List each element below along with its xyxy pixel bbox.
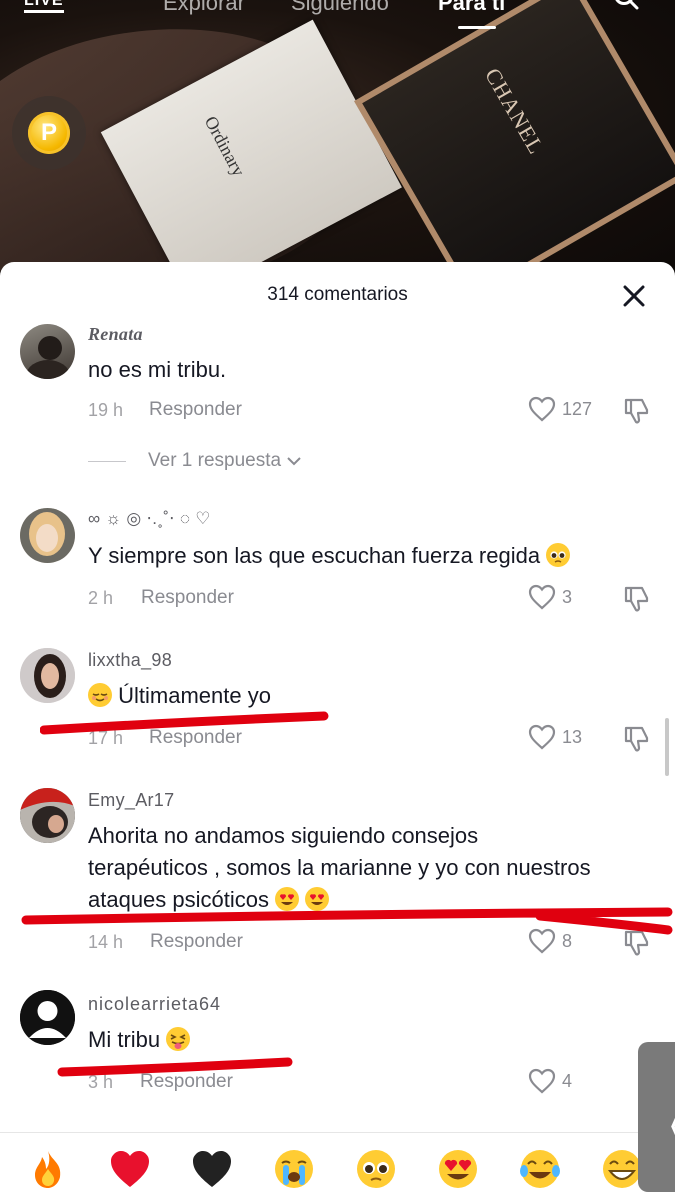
view-replies-divider [88,460,126,462]
product-box-right: CHANEL [354,0,675,300]
comment-username[interactable]: nicolearrieta64 [88,994,221,1015]
like-count: 3 [562,586,573,607]
comment-text-body: Últimamente yo [118,683,271,708]
comment-text: Últimamente yo [88,680,663,712]
like-count: 4 [562,1070,573,1091]
comment-text-body: Y siempre son las que escuchan fuerza re… [88,543,541,568]
reply-button[interactable]: Responder [149,399,242,421]
tears-of-joy-emoji-button[interactable] [518,1147,562,1191]
like-button[interactable]: 13 [528,724,582,750]
avatar[interactable] [20,324,75,379]
chevron-down-icon [287,457,301,466]
tab-para-ti[interactable]: Para ti [438,0,505,16]
coin-icon: P [28,112,70,154]
video-background[interactable]: Ordinary CHANEL [0,0,675,300]
red-underline-annotation [57,1057,293,1077]
scrollbar[interactable] [665,718,669,776]
tab-explorar[interactable]: Explorar [163,0,245,16]
comment-text: Mi tribu [88,1024,663,1056]
avatar[interactable] [20,990,75,1045]
dislike-icon[interactable] [622,724,652,754]
relieved-face-emoji [88,683,112,707]
heart-outline-icon [528,396,556,422]
view-replies-button[interactable]: Ver 1 respuesta [88,450,303,472]
red-underline-annotation [40,711,329,735]
fire-emoji-button[interactable] [26,1147,70,1191]
comment-text-line: Ahorita no andamos siguiendo consejos [88,823,479,848]
avatar[interactable] [20,508,75,563]
like-button[interactable]: 127 [528,396,592,422]
squinting-tongue-emoji [166,1027,191,1051]
comment-text: no es mi tribu. [88,357,227,382]
view-replies-label: Ver 1 respuesta [148,450,282,471]
active-tab-indicator [458,26,496,29]
reply-button[interactable]: Responder [141,587,234,609]
side-panel-handle[interactable]: 〈 [638,1042,675,1192]
like-count: 127 [562,398,593,419]
live-icon[interactable]: LIVE [24,0,64,13]
coin-reward-button[interactable]: P [12,96,86,170]
comment-username[interactable]: Renata [88,324,143,345]
close-icon[interactable] [616,278,652,314]
comment-username[interactable]: ∞ ☼ ◎ ⋅.˳˚⋅ ◌ ♡ [88,509,211,529]
pleading-face-emoji-button[interactable] [354,1147,398,1191]
like-count: 13 [562,726,583,747]
emoji-quick-bar [0,1132,675,1200]
comment-text-line: terapéuticos , somos la marianne y yo co… [88,855,591,880]
like-button[interactable]: 3 [528,584,572,610]
comment-text: Y siempre son las que escuchan fuerza re… [88,540,663,572]
comment-text-body: Mi tribu [88,1027,161,1052]
avatar[interactable] [20,788,75,843]
tab-siguiendo[interactable]: Siguiendo [291,0,389,16]
heart-outline-icon [528,1068,556,1094]
red-heart-emoji-button[interactable] [108,1147,152,1191]
heart-outline-icon [528,584,556,610]
comment-time: 19 h [88,400,124,420]
like-button[interactable]: 4 [528,1068,572,1094]
top-nav: LIVE Explorar Siguiendo Para ti [0,0,675,29]
loudly-crying-emoji-button[interactable] [272,1147,316,1191]
heart-outline-icon [528,724,556,750]
comment-username[interactable]: Emy_Ar17 [88,790,174,811]
dislike-icon[interactable] [622,396,652,426]
comment-username[interactable]: lixxtha_98 [88,650,172,671]
heart-eyes-emoji-button[interactable] [436,1147,480,1191]
product-box-left-label: Ordinary [200,112,249,180]
comments-count-title: 314 comentarios [267,284,408,305]
avatar[interactable] [20,648,75,703]
product-box-right-label: CHANEL [480,63,550,159]
dislike-icon[interactable] [622,584,652,614]
pleading-face-emoji [546,543,571,567]
chevron-left-icon: 〈 [654,1092,675,1156]
search-icon[interactable] [613,0,639,10]
comments-sheet: 314 comentarios Renata no es mi tribu. 1… [0,262,675,1200]
black-heart-emoji-button[interactable] [190,1147,234,1191]
red-underline-annotation [21,907,673,935]
comment-time: 2 h [88,588,114,608]
